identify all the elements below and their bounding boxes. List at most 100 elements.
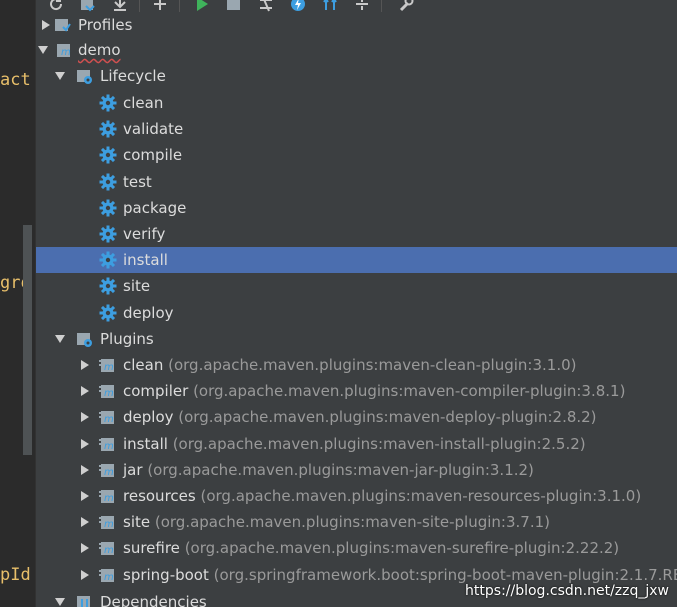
collapse-arrow-icon[interactable] [55,72,65,80]
expand-arrow-icon[interactable] [81,464,89,475]
run-icon[interactable] [194,0,210,12]
expand-arrow-icon[interactable] [81,386,89,397]
lifecycle-goal-deploy[interactable]: deploy [36,300,677,326]
lifecycle-goal-site[interactable]: site [36,273,677,299]
lifecycle-goal-install[interactable]: install [36,247,677,274]
gear-icon [99,94,117,112]
maven-plugin-icon: m [98,435,116,453]
plugin-jar[interactable]: m jar (org.apache.maven.plugins:maven-jar… [36,457,677,483]
expand-arrow-icon[interactable] [81,438,89,449]
lifecycle-goal-validate[interactable]: validate [36,116,677,142]
refresh-icon[interactable] [48,0,64,12]
plugin-label: site (org.apache.maven.plugins:maven-sit… [123,509,550,535]
expand-arrow-icon[interactable] [81,491,89,501]
maven-plugin-icon: m [98,487,116,505]
plugin-install[interactable]: m install (org.apache.maven.plugins:maven… [36,431,677,457]
plugin-compiler[interactable]: m compiler (org.apache.maven.plugins:mave… [36,378,677,404]
toggle-offline-icon[interactable] [258,0,274,12]
goal-label: deploy [123,303,174,322]
plugin-name: resources [123,487,196,505]
lifecycle-goal-package[interactable]: package [36,195,677,221]
plugin-label: jar (org.apache.maven.plugins:maven-jar-… [123,457,534,483]
lifecycle-folder-icon [77,70,92,84]
plugin-label: compiler (org.apache.maven.plugins:maven… [123,378,625,404]
goal-label: package [123,198,187,217]
plugin-coordinates: (org.apache.maven.plugins:maven-site-plu… [154,513,550,532]
plugin-coordinates: (org.apache.maven.plugins:maven-deploy-p… [178,408,597,427]
plugin-coordinates: (org.apache.maven.plugins:maven-compiler… [193,382,626,401]
svg-text:m: m [104,572,114,583]
gear-icon [99,146,117,164]
plugin-label: surefire (org.apache.maven.plugins:maven… [123,535,619,561]
toolbar-separator [139,0,140,12]
tree-node-label: Plugins [100,330,154,348]
expand-arrow-icon[interactable] [81,412,89,423]
lifecycle-goal-compile[interactable]: compile [36,142,677,168]
plugin-name: site [123,513,151,532]
gear-icon [99,199,117,217]
download-icon[interactable] [112,0,128,12]
plugin-resources[interactable]: m resources (org.apache.maven.plugins:mav… [36,483,677,509]
tree-node-profiles[interactable]: Profiles [36,12,677,38]
editor-scrollbar[interactable] [23,225,32,455]
gear-icon [99,225,117,243]
tree-node-project[interactable]: m demo [36,37,677,63]
svg-text:m: m [104,467,114,478]
plugin-coordinates: (org.apache.maven.plugins:maven-resource… [200,487,642,505]
collapse-arrow-icon[interactable] [55,598,65,606]
tree-node-plugins[interactable]: Plugins [36,326,677,352]
add-icon[interactable] [152,0,168,12]
goal-label: site [123,277,151,296]
expand-arrow-icon[interactable] [81,517,89,528]
lightning-icon[interactable] [290,0,306,12]
toolbar-separator [381,0,382,12]
dependencies-folder-icon [77,596,90,607]
plugin-coordinates: (org.apache.maven.plugins:maven-install-… [172,434,586,453]
plugin-surefire[interactable]: m surefire (org.apache.maven.plugins:mave… [36,535,677,561]
maven-plugin-icon: m [98,566,116,584]
plugin-clean[interactable]: m clean (org.apache.maven.plugins:maven-c… [36,352,677,378]
maven-plugin-icon: m [98,356,116,374]
gear-icon [99,173,117,191]
expand-arrow-icon[interactable] [42,20,50,30]
svg-text:m: m [104,493,114,504]
collapse-icon[interactable] [354,0,370,12]
gear-icon [99,120,117,138]
tree-node-label: Profiles [78,16,133,34]
tree-node-label: Dependencies [100,593,207,607]
lifecycle-goal-verify[interactable]: verify [36,221,677,247]
settings-wrench-icon[interactable] [398,0,414,12]
reimport-icon[interactable] [80,0,96,12]
gear-icon [99,304,117,322]
svg-text:m: m [104,545,114,556]
plugin-label: resources (org.apache.maven.plugins:mave… [123,483,641,509]
svg-text:m: m [104,414,114,425]
gear-icon [99,251,117,269]
profiles-icon [55,19,71,32]
expand-arrow-icon[interactable] [81,569,89,580]
execute-goal-icon[interactable] [226,0,242,12]
collapse-arrow-icon[interactable] [55,335,65,343]
plugin-name: spring-boot [123,565,209,584]
expand-arrow-icon[interactable] [81,543,89,554]
watermark: https://blog.csdn.net/zzq_jxw [465,583,669,599]
lifecycle-goal-test[interactable]: test [36,169,677,195]
plugin-deploy[interactable]: m deploy (org.apache.maven.plugins:maven-… [36,404,677,430]
plugin-site[interactable]: m site (org.apache.maven.plugins:maven-si… [36,509,677,535]
editor-fragment: pId [0,565,31,585]
toolbar-separator [179,0,180,12]
expand-arrow-icon[interactable] [81,360,89,370]
tree-node-lifecycle[interactable]: Lifecycle [36,63,677,89]
tree-node-label: Lifecycle [100,67,166,85]
goal-label: install [123,251,168,270]
show-dependencies-icon[interactable] [322,0,338,12]
svg-text:m: m [61,47,71,58]
editor-strip: act gro pId [0,0,35,607]
maven-plugin-icon: m [98,539,116,557]
lifecycle-goal-clean[interactable]: clean [36,90,677,116]
plugin-name: compiler [123,382,189,401]
plugin-label: install (org.apache.maven.plugins:maven-… [123,431,586,457]
plugin-name: clean [123,356,164,374]
plugin-coordinates: (org.apache.maven.plugins:maven-surefire… [184,539,620,558]
collapse-arrow-icon[interactable] [38,46,48,54]
